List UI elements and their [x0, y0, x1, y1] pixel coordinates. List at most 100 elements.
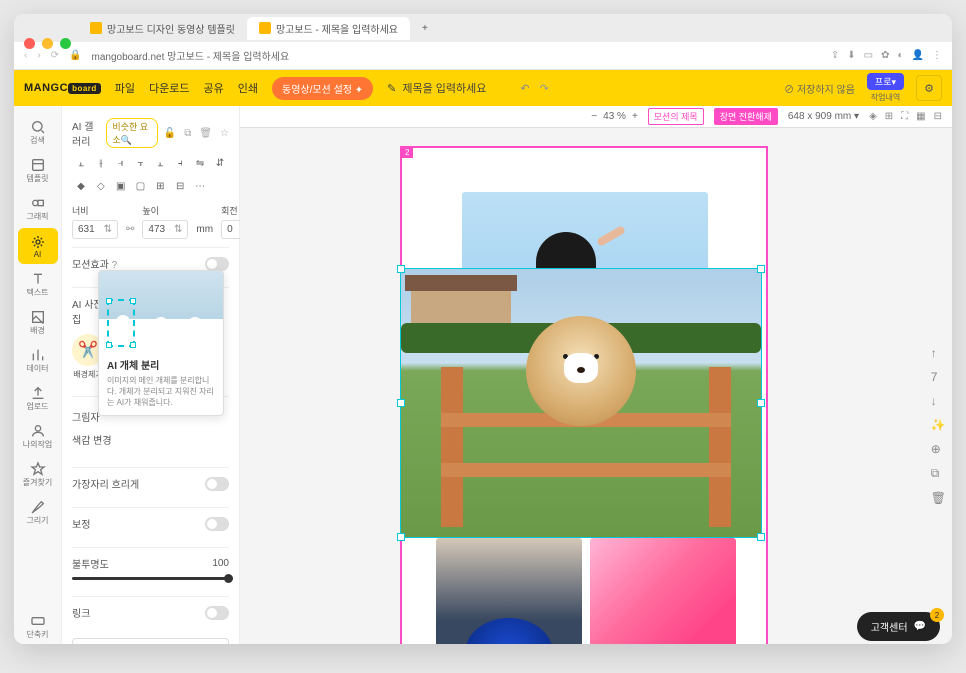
fit-icon[interactable]: ⛶	[901, 111, 908, 122]
title-input[interactable]: ✎ 제목을 입력하세요	[387, 80, 486, 96]
ext-icon[interactable]: ✿	[881, 50, 889, 61]
rail-bg[interactable]: 배경	[18, 304, 58, 340]
rail-ai[interactable]: AI	[18, 228, 58, 264]
selected-image-overlay[interactable]	[400, 268, 762, 538]
layers-icon[interactable]: ◈	[869, 111, 877, 122]
logo[interactable]: MANGCboard	[24, 82, 101, 94]
move-down-icon[interactable]: ↓	[931, 394, 946, 408]
image-blue-dress[interactable]	[436, 538, 582, 644]
motion-title-chip[interactable]: 모션의 제목	[648, 108, 704, 125]
resize-handle[interactable]	[757, 399, 765, 407]
trash-icon[interactable]: 🗑	[199, 128, 212, 139]
add-page-icon[interactable]: ⊕	[931, 442, 946, 456]
browser-tab-1[interactable]: 망고보드 디자인 동영상 템플릿	[78, 17, 247, 40]
rail-graphic[interactable]: 그래픽	[18, 190, 58, 226]
plan-badge[interactable]: 프로▾	[867, 73, 904, 90]
nav-reload-icon[interactable]: ⟳	[51, 50, 59, 61]
notification-badge: 2	[930, 608, 944, 622]
set-as-background-button[interactable]: 슬라이드 배경으로 설정	[72, 638, 229, 644]
resize-handle[interactable]	[397, 265, 405, 273]
ext-menu-icon[interactable]: ⋮	[932, 50, 942, 61]
rail-template[interactable]: 템플릿	[18, 152, 58, 188]
layer-back-icon[interactable]: ▣	[114, 181, 128, 192]
zoom-value[interactable]: 43 %	[603, 111, 626, 122]
color-change-label[interactable]: 색감 변경	[72, 428, 229, 451]
nav-back-icon[interactable]: ‹	[24, 50, 27, 61]
work-log-link[interactable]: 작업내역	[871, 92, 900, 103]
browser-tab-2[interactable]: 망고보드 - 제목을 입력하세요	[247, 17, 410, 40]
edge-blur-label: 가장자리 흐리게	[72, 476, 139, 491]
group-icon[interactable]: ⊞	[153, 181, 167, 192]
correction-toggle[interactable]	[205, 517, 229, 531]
zoom-in-icon[interactable]: +	[632, 111, 638, 122]
align-center-h-icon[interactable]: ⫲	[94, 158, 108, 169]
zoom-out-icon[interactable]: −	[591, 111, 597, 122]
undo-icon[interactable]: ↶	[520, 82, 529, 95]
rail-draw[interactable]: 그리기	[18, 494, 58, 530]
page-link-icon[interactable]: 7	[931, 370, 946, 384]
move-up-icon[interactable]: ↑	[931, 346, 946, 360]
align-bottom-icon[interactable]: ⫞	[173, 158, 187, 169]
resize-handle[interactable]	[757, 265, 765, 273]
menu-download[interactable]: 다운로드	[149, 80, 189, 96]
ext-icon[interactable]: ▭	[864, 50, 873, 61]
customer-service-button[interactable]: 고객센터 💬 2	[857, 612, 940, 641]
address-bar[interactable]: mangoboard.net 망고보드 - 제목을 입력하세요	[92, 48, 821, 63]
flip-v-icon[interactable]: ⇵	[213, 158, 227, 169]
link-dims-icon[interactable]: ⚯	[126, 224, 134, 239]
rail-data[interactable]: 데이터	[18, 342, 58, 378]
ext-icon[interactable]: ⬇	[847, 50, 855, 61]
lock-icon[interactable]: 🔓	[164, 128, 176, 139]
ext-icon[interactable]: 👤	[912, 50, 924, 61]
layer-forward-icon[interactable]: ◇	[94, 181, 108, 192]
align-middle-icon[interactable]: ⫠	[153, 158, 167, 169]
browser-tabs: 망고보드 디자인 동영상 템플릿 망고보드 - 제목을 입력하세요 +	[14, 14, 952, 42]
layer-backward-icon[interactable]: ▢	[134, 181, 148, 192]
motion-toggle[interactable]	[205, 257, 229, 271]
copy-icon[interactable]: ⧉	[184, 128, 191, 139]
menu-file[interactable]: 파일	[115, 80, 135, 96]
ungroup-icon[interactable]: ⊟	[173, 181, 187, 192]
rail-upload[interactable]: 업로드	[18, 380, 58, 416]
layer-toolbar: ◆ ◇ ▣ ▢ ⊞ ⊟ ⋯	[72, 175, 229, 198]
canvas-dims[interactable]: 648 x 909 mm ▾	[788, 111, 859, 122]
rail-mywork[interactable]: 나의작업	[18, 418, 58, 454]
flip-h-icon[interactable]: ⇋	[193, 158, 207, 169]
grid-icon[interactable]: ▦	[916, 111, 925, 122]
resize-handle[interactable]	[397, 399, 405, 407]
similar-elements-tag[interactable]: 비슷한 요소🔍	[106, 118, 157, 148]
list-icon[interactable]: ⊟	[934, 111, 942, 122]
align-top-icon[interactable]: ⫟	[134, 158, 148, 169]
rail-text[interactable]: 텍스트	[18, 266, 58, 302]
duplicate-icon[interactable]: ⧉	[931, 466, 946, 481]
menu-share[interactable]: 공유	[204, 80, 224, 96]
width-input[interactable]: 631⇅	[72, 220, 118, 239]
magic-icon[interactable]: ✨	[931, 418, 946, 432]
ruler-icon[interactable]: ⊞	[885, 111, 893, 122]
align-left-icon[interactable]: ⫠	[74, 158, 88, 169]
image-tulips[interactable]	[590, 538, 736, 644]
more-icon[interactable]: ⋯	[193, 181, 207, 192]
motion-settings-chip[interactable]: 동영상/모션 설정 ✦	[272, 77, 373, 100]
layer-front-icon[interactable]: ◆	[74, 181, 88, 192]
transition-chip[interactable]: 장면 전환해제	[714, 108, 778, 125]
ext-icon[interactable]: ◐	[898, 50, 904, 61]
settings-icon[interactable]: ⚙	[916, 75, 942, 101]
star-icon[interactable]: ☆	[220, 128, 229, 139]
resize-handle[interactable]	[757, 533, 765, 541]
menu-print[interactable]: 인쇄	[238, 80, 258, 96]
image-dog-jumping[interactable]	[401, 269, 761, 537]
resize-handle[interactable]	[397, 533, 405, 541]
rail-search[interactable]: 검색	[18, 114, 58, 150]
align-right-icon[interactable]: ⫣	[114, 158, 128, 169]
delete-page-icon[interactable]: 🗑	[931, 491, 946, 505]
link-toggle[interactable]	[205, 606, 229, 620]
rail-shortcut[interactable]: 단축키	[18, 608, 58, 644]
height-input[interactable]: 473⇅	[142, 220, 188, 239]
ext-icon[interactable]: ⇪	[831, 50, 839, 61]
new-tab-button[interactable]: +	[410, 19, 440, 38]
opacity-slider[interactable]	[72, 577, 229, 580]
edge-blur-toggle[interactable]	[205, 477, 229, 491]
window-traffic-lights[interactable]	[24, 38, 71, 49]
rail-favorite[interactable]: 즐겨찾기	[18, 456, 58, 492]
